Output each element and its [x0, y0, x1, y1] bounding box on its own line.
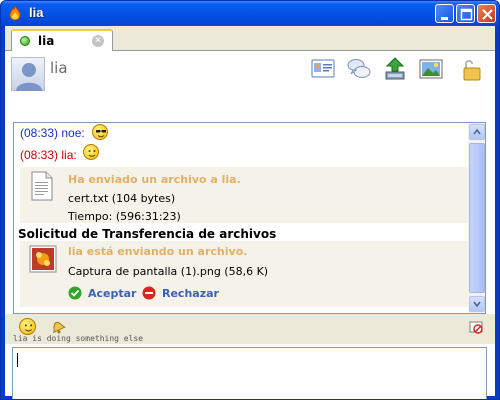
reject-icon[interactable]: [142, 286, 156, 300]
tab-label: lia: [38, 34, 55, 48]
picture-icon[interactable]: [417, 56, 445, 82]
lock-icon[interactable]: [457, 56, 485, 82]
maximize-icon: [460, 8, 473, 21]
avatar[interactable]: [11, 57, 45, 91]
image-file-icon: [29, 245, 57, 273]
accept-icon[interactable]: [68, 286, 82, 300]
conversation-icon[interactable]: [345, 56, 373, 82]
message-time: (08:33): [20, 126, 59, 140]
close-button[interactable]: [477, 4, 496, 23]
message-line: (08:33) lia:: [20, 148, 77, 162]
block-contact-icon[interactable]: [469, 320, 483, 334]
chat-window: lia lia ✕ lia (08:33) noe: (08:33) lia: …: [0, 0, 500, 400]
minimize-button[interactable]: [435, 4, 454, 23]
text-file-icon: [31, 171, 53, 201]
tab-strip: lia ✕: [5, 26, 495, 52]
conversation-scrollbar[interactable]: [468, 122, 486, 314]
contact-header: lia: [5, 51, 495, 96]
smiley-icon: [83, 144, 99, 160]
incoming-transfer-heading: lia está enviando un archivo.: [68, 245, 248, 258]
file-sent-name: cert.txt (104 bytes): [68, 192, 176, 205]
title-bar[interactable]: lia: [1, 1, 499, 26]
message-sender: lia:: [61, 148, 77, 162]
window-title: lia: [29, 5, 44, 20]
message-input[interactable]: [12, 347, 487, 399]
file-sent-heading: Ha enviado un archivo a lia.: [68, 173, 241, 186]
chat-panel: lia (08:33) noe: (08:33) lia: Ha enviado…: [5, 51, 495, 399]
reject-button[interactable]: Rechazar: [162, 287, 219, 300]
window-client: lia ✕ lia (08:33) noe: (08:33) lia: Ha e…: [5, 26, 495, 399]
conversation-log[interactable]: (08:33) noe: (08:33) lia: Ha enviado un …: [13, 122, 477, 314]
tab-close-icon[interactable]: ✕: [92, 35, 104, 47]
chevron-down-icon: [473, 301, 481, 308]
tab-lia[interactable]: lia ✕: [11, 29, 113, 52]
message-time: (08:33): [20, 148, 59, 162]
scroll-thumb[interactable]: [469, 143, 485, 293]
minimize-icon: [441, 17, 448, 20]
flame-icon: [9, 5, 21, 21]
scroll-down-button[interactable]: [469, 296, 485, 312]
incoming-file-name: Captura de pantalla (1).png (58,6 K): [68, 265, 269, 278]
chevron-up-icon: [473, 128, 481, 135]
cool-smiley-icon: [92, 124, 108, 140]
scroll-up-button[interactable]: [469, 124, 485, 140]
accept-button[interactable]: Aceptar: [88, 287, 136, 300]
typing-status: lia is doing something else: [13, 334, 144, 343]
file-sent-time: Tiempo: (596:31:23): [68, 210, 181, 223]
contact-card-icon[interactable]: [309, 56, 337, 82]
send-file-icon[interactable]: [381, 56, 409, 82]
transfer-request-title: Solicitud de Transferencia de archivos: [18, 227, 277, 241]
maximize-button[interactable]: [456, 4, 475, 23]
message-line: (08:33) noe:: [20, 126, 85, 140]
text-caret: [17, 353, 18, 367]
message-sender: noe:: [61, 126, 85, 140]
emoticon-picker-icon[interactable]: [19, 318, 36, 335]
user-avatar-icon: [16, 63, 42, 91]
online-status-icon: [20, 36, 30, 46]
close-icon: [482, 9, 493, 20]
contact-name: lia: [50, 59, 68, 77]
